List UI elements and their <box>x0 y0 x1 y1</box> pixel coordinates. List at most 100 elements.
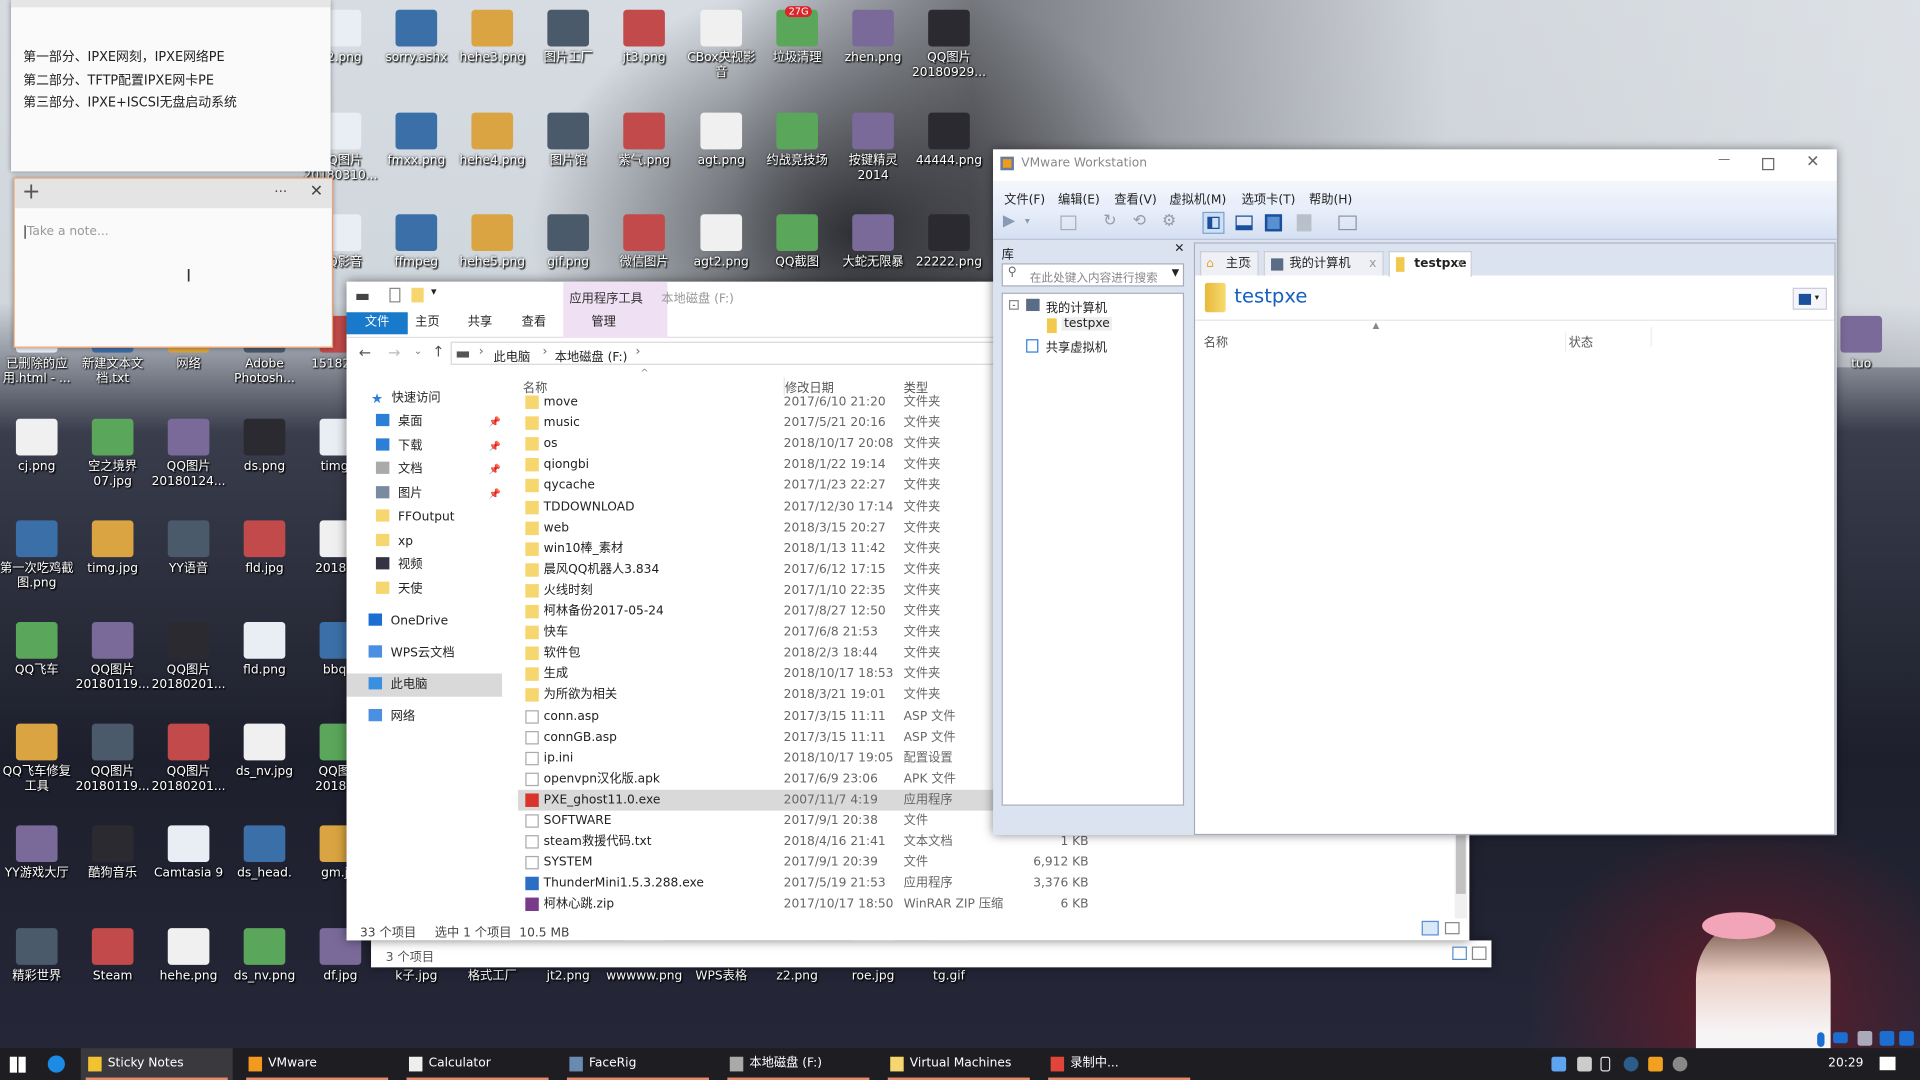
pin-icon[interactable]: 📌 <box>489 434 501 457</box>
desktop-icon[interactable]: 图片工厂 <box>530 9 606 66</box>
nav-pinned-item[interactable]: 下载 📌 <box>375 434 501 457</box>
desktop-icon[interactable]: YY语音 <box>151 520 227 576</box>
grid-icon[interactable] <box>1899 1031 1914 1046</box>
pin-icon[interactable]: 📌 <box>489 410 501 433</box>
taskbar-item[interactable]: 录制中... <box>1043 1048 1195 1080</box>
clock[interactable]: 20:29 <box>1828 1057 1863 1070</box>
close-tab-icon[interactable]: x <box>1244 252 1251 276</box>
console-view-icon[interactable] <box>1338 215 1357 231</box>
column-header-name[interactable]: 名称 <box>1204 332 1228 350</box>
desktop-icon[interactable]: hehe3.png <box>454 9 530 66</box>
user-icon[interactable] <box>1857 1031 1873 1046</box>
close-icon[interactable]: ✕ <box>310 182 323 200</box>
column-header-status[interactable]: 状态 <box>1564 331 1593 353</box>
desktop-icon[interactable]: hehe.png <box>151 928 227 984</box>
breadcrumb-this-pc[interactable]: 此电脑 <box>493 347 530 364</box>
taskbar-item[interactable]: VMware Workstation <box>241 1048 393 1080</box>
tree-shared-vms[interactable]: 共享虚拟机 <box>1046 337 1107 355</box>
large-icons-view-icon[interactable] <box>1444 922 1460 935</box>
desktop-icon[interactable]: QQ图片20180201... <box>151 723 227 795</box>
desktop-icon[interactable]: gif.png <box>530 214 606 270</box>
menu-item[interactable]: 编辑(E) <box>1058 189 1100 206</box>
menu-item[interactable]: 文件(F) <box>1004 189 1045 206</box>
library-close-icon[interactable]: ✕ <box>1174 242 1184 255</box>
start-button[interactable] <box>9 1056 26 1073</box>
taskbar-item[interactable]: Virtual Machines <box>883 1048 1035 1080</box>
desktop-icon[interactable]: 空之境界07.jpg <box>75 418 151 490</box>
desktop-icon[interactable]: 按键精灵2014 <box>835 112 911 184</box>
desktop-icon[interactable]: sorry.ashx <box>378 9 454 66</box>
close-button[interactable]: ✕ <box>1806 153 1819 171</box>
snapshot-manager-icon[interactable]: ⚙ <box>1162 212 1176 230</box>
search-dropdown-icon[interactable]: ▼ <box>1172 267 1180 278</box>
details-view-icon[interactable] <box>1452 946 1467 961</box>
desktop-icon[interactable]: agt.png <box>683 112 759 169</box>
tiles-view-icon[interactable] <box>1471 946 1487 961</box>
file-row[interactable]: SYSTEM 2017/9/1 20:39 文件 6,912 KB <box>518 852 1363 873</box>
desktop-icon[interactable]: QQ截图 <box>759 214 835 270</box>
file-row[interactable]: 柯林心跳.zip 2017/10/17 18:50 WinRAR ZIP 压缩 6 K… <box>518 894 1363 915</box>
collapse-icon[interactable]: - <box>1008 300 1019 310</box>
details-view-icon[interactable] <box>1421 920 1439 936</box>
close-tab-icon[interactable]: x <box>1369 252 1376 276</box>
desktop-icon[interactable]: 大蛇无限暴 <box>835 214 911 270</box>
sticky-note-1[interactable]: 第一部分、IPXE网刻，IPXE网络PE 第二部分、TFTP配置IPXE网卡PE… <box>11 0 331 172</box>
tray-icon[interactable] <box>1577 1056 1592 1072</box>
keyboard-icon[interactable] <box>1833 1032 1848 1044</box>
nav-onedrive[interactable]: OneDrive <box>368 610 448 633</box>
steam-tray-icon[interactable] <box>1623 1056 1639 1072</box>
desktop-icon[interactable]: fld.jpg <box>227 520 303 576</box>
desktop-icon[interactable]: hehe4.png <box>454 112 530 169</box>
nav-folder-item[interactable]: 天使 <box>375 577 422 600</box>
taskbar-item[interactable]: Calculator <box>402 1048 554 1080</box>
sticky-note-2[interactable]: + ··· ✕ Take a note... I <box>13 177 334 348</box>
snapshot-icon[interactable]: ↻ <box>1103 212 1116 230</box>
customize-qat-icon[interactable]: ▾ <box>431 287 437 299</box>
desktop-icon[interactable]: 第一次吃鸡截图.png <box>0 520 75 591</box>
desktop-icon[interactable]: ds_nv.png <box>227 928 303 984</box>
action-center-icon[interactable] <box>1879 1056 1896 1071</box>
tab-share[interactable]: 共享 <box>460 312 499 334</box>
tab-home[interactable]: ⌂ 主页 x <box>1200 251 1259 276</box>
nav-folder-item[interactable]: xp <box>375 530 413 553</box>
unity-icon[interactable] <box>1296 214 1312 232</box>
desktop-icon[interactable]: hehe5.png <box>454 214 530 270</box>
desktop-icon[interactable]: cj.png <box>0 418 75 475</box>
explorer-window-2[interactable]: 3 个项目 <box>371 940 1492 968</box>
desktop-icon[interactable]: 精彩世界 <box>0 928 75 984</box>
nav-pinned-item[interactable]: 桌面 📌 <box>375 410 501 433</box>
dropdown-icon[interactable]: ▾ <box>1025 216 1030 227</box>
microphone-icon[interactable] <box>1817 1032 1825 1047</box>
desktop-icon[interactable]: QQ飞车修复工具 <box>0 723 75 795</box>
facerig-tray-icon[interactable] <box>1672 1056 1688 1072</box>
desktop-icon[interactable]: 44444.png <box>911 112 987 169</box>
power-on-icon[interactable]: ▶ <box>1003 212 1015 230</box>
desktop-icon[interactable]: ffmpeg <box>378 214 454 270</box>
desktop-icon[interactable]: QQ图片20180119... <box>75 723 151 795</box>
desktop-icon[interactable]: CBox央视影音 <box>683 9 759 81</box>
taskbar-item[interactable]: 本地磁盘 (F:) <box>722 1048 874 1080</box>
tab-manage[interactable]: 管理 <box>573 312 634 334</box>
view-options-button[interactable]: ▾ <box>1792 287 1827 310</box>
desktop-icon[interactable]: QQ图片20180929... <box>911 9 987 81</box>
send-ctrl-alt-del-icon[interactable] <box>1060 215 1077 231</box>
kugou-icon[interactable] <box>47 1055 65 1073</box>
desktop-icon[interactable]: 22222.png <box>911 214 987 270</box>
note-input[interactable]: Take a note... <box>24 225 109 239</box>
desktop-icon[interactable]: Camtasia 9 <box>151 825 227 881</box>
desktop-icon[interactable]: QQ飞车 <box>0 622 75 678</box>
desktop-icon[interactable]: fld.png <box>227 622 303 678</box>
taskbar-item[interactable]: FaceRig <box>562 1048 714 1080</box>
desktop-icon[interactable]: 酷狗音乐 <box>75 825 151 881</box>
vmware-window[interactable]: VMware Workstation — ✕ 文件(F) 编辑(E) 查看(V) 虚拟… <box>993 149 1837 836</box>
desktop-icon[interactable]: QQ图片20180119... <box>75 622 151 693</box>
show-library-icon[interactable] <box>1202 211 1225 234</box>
nav-pinned-item[interactable]: 图片 📌 <box>375 482 501 505</box>
taskbar-item[interactable]: Sticky Notes <box>80 1048 233 1080</box>
desktop-icon[interactable]: 微信图片 <box>606 214 682 270</box>
tree-testpxe[interactable]: testpxe <box>1061 317 1113 331</box>
menu-item[interactable]: 帮助(H) <box>1309 189 1352 206</box>
thumbnail-bar-icon[interactable] <box>1235 215 1253 231</box>
tab-view[interactable]: 查看 <box>514 312 553 334</box>
tab-my-computer[interactable]: 我的计算机 x <box>1263 251 1384 276</box>
